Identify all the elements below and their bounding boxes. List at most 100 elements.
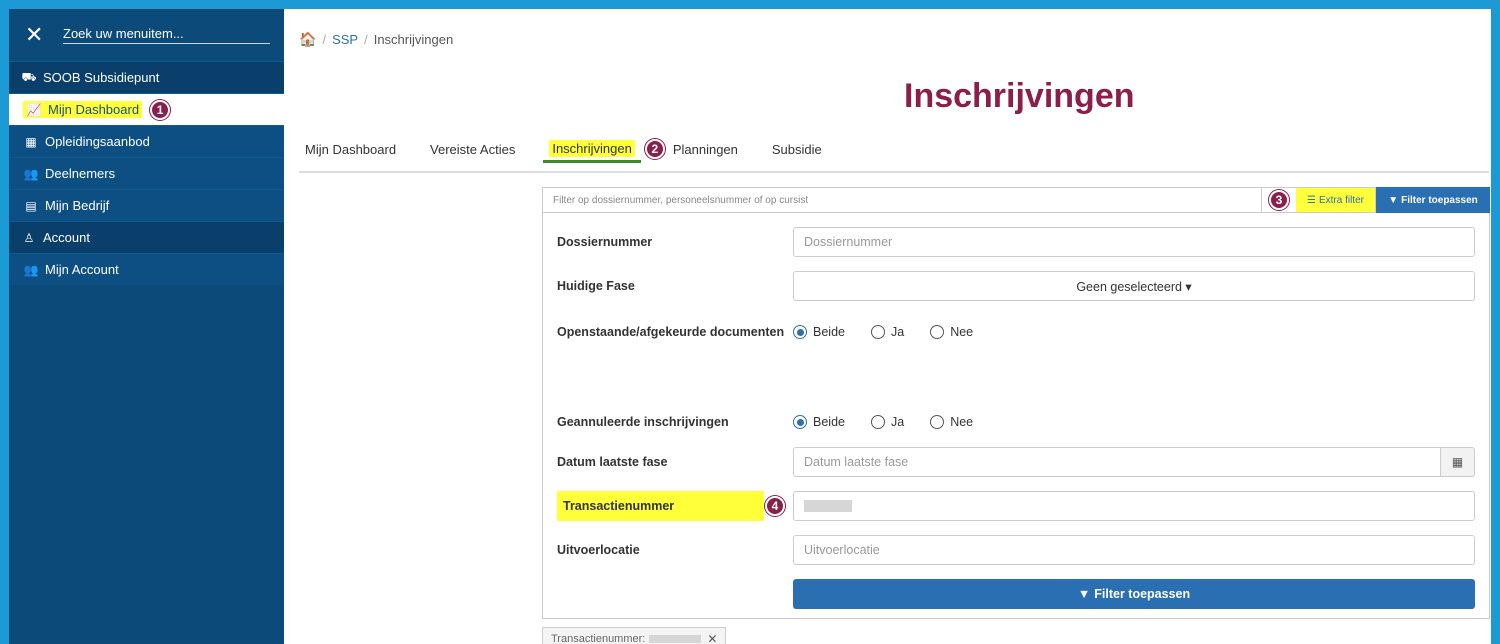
row-huidige-fase: Huidige Fase Geen geselecteerd ▾: [557, 271, 1475, 301]
field-label: Geannuleerde inschrijvingen: [557, 415, 729, 429]
users-icon: 👥: [23, 166, 39, 181]
breadcrumb-current: Inschrijvingen: [373, 32, 454, 47]
step-badge-3: 3: [1269, 190, 1289, 210]
home-icon[interactable]: 🏠: [299, 31, 316, 48]
radio-docs-beide[interactable]: Beide: [793, 325, 845, 339]
step-badge-4: 4: [765, 496, 785, 516]
filter-apply-label: Filter toepassen: [1094, 587, 1191, 601]
radio-geannuleerd-nee[interactable]: Nee: [930, 415, 973, 429]
field-label-highlighted: Transactienummer: [557, 491, 765, 521]
row-documenten: Openstaande/afgekeurde documenten Beide …: [557, 323, 1475, 341]
row-dossiernummer: Dossiernummer Dossiernummer: [557, 227, 1475, 257]
highlight: 📈 Mijn Dashboard: [23, 101, 143, 118]
sidebar-item-label: Opleidingsaanbod: [45, 134, 150, 149]
sidebar-section-soob[interactable]: ⛟ SOOB Subsidiepunt: [9, 61, 284, 93]
row-uitvoerlocatie: Uitvoerlocatie Uitvoerlocatie: [557, 535, 1475, 565]
redacted-value: [804, 500, 852, 512]
close-icon[interactable]: ✕: [25, 24, 49, 46]
sidebar-item-mijn-account[interactable]: 👥 Mijn Account: [9, 253, 284, 285]
field-label: Huidige Fase: [557, 279, 635, 293]
radio-indicator: [930, 415, 945, 429]
radio-label: Ja: [890, 415, 905, 429]
row-geannuleerd: Geannuleerde inschrijvingen Beide Ja Nee: [557, 413, 1475, 431]
row-apply: ▼ Filter toepassen: [557, 579, 1475, 609]
uitvoerlocatie-input[interactable]: Uitvoerlocatie: [793, 535, 1475, 565]
sidebar-item-mijn-bedrijf[interactable]: ▤ Mijn Bedrijf: [9, 189, 284, 221]
tab-vereiste-acties[interactable]: Vereiste Acties: [424, 136, 521, 163]
remove-filter-icon[interactable]: ✕: [707, 632, 717, 644]
sidebar-item-deelnemers[interactable]: 👥 Deelnemers: [9, 157, 284, 189]
filter-apply-label: Filter toepassen: [1401, 194, 1478, 206]
user-icon: ♙: [23, 230, 35, 245]
datum-input[interactable]: Datum laatste fase: [793, 447, 1441, 477]
extra-filter-label: Extra filter: [1318, 194, 1364, 206]
sidebar-item-opleidingsaanbod[interactable]: ▦ Opleidingsaanbod: [9, 125, 284, 157]
filter-icon: ▼: [1388, 194, 1399, 206]
sidebar-item-label: Mijn Account: [45, 262, 119, 277]
radio-label: Nee: [950, 415, 974, 429]
app-frame: ✕ Zoek uw menuitem... ⛟ SOOB Subsidiepun…: [0, 0, 1500, 644]
sidebar-item-label: Mijn Bedrijf: [45, 198, 110, 213]
breadcrumb-separator: /: [364, 32, 368, 47]
field-label: Uitvoerlocatie: [557, 543, 640, 557]
filter-apply-button[interactable]: ▼ Filter toepassen: [1376, 187, 1490, 213]
dossiernummer-input[interactable]: Dossiernummer: [793, 227, 1475, 257]
radio-indicator: [870, 415, 885, 429]
radio-indicator: [930, 325, 945, 339]
radio-geannuleerd-beide[interactable]: Beide: [793, 415, 845, 429]
truck-icon: ⛟: [21, 69, 37, 84]
tab-subsidie[interactable]: Subsidie: [766, 136, 828, 163]
field-label: Datum laatste fase: [557, 455, 668, 469]
sidebar-header: ✕ Zoek uw menuitem...: [9, 9, 284, 61]
breadcrumb-link-ssp[interactable]: SSP: [332, 32, 358, 47]
filter-bar: Filter op dossiernummer, personeelsnumme…: [542, 187, 1490, 213]
calendar-icon[interactable]: ▦: [1441, 447, 1475, 477]
sidebar-item-mijn-dashboard[interactable]: 📈 Mijn Dashboard 1: [9, 93, 284, 125]
sidebar: ✕ Zoek uw menuitem... ⛟ SOOB Subsidiepun…: [9, 9, 284, 644]
radio-docs-ja[interactable]: Ja: [870, 325, 905, 339]
radio-label: Beide: [813, 325, 845, 339]
chart-icon: 📈: [26, 103, 42, 117]
sidebar-section-label: SOOB Subsidiepunt: [43, 70, 160, 85]
row-transactienummer: Transactienummer 4: [557, 491, 1475, 521]
sidebar-section-account[interactable]: ♙ Account: [9, 221, 284, 253]
list-icon: ☰: [1307, 194, 1316, 206]
active-filter-chip: Transactienummer: ✕: [542, 627, 727, 644]
radio-label: Nee: [950, 325, 974, 339]
sidebar-section-label: Account: [43, 230, 90, 245]
fase-select[interactable]: Geen geselecteerd ▾: [793, 271, 1475, 301]
tab-bar: Mijn Dashboard Vereiste Acties Inschrijv…: [299, 127, 1489, 173]
extra-filter-button[interactable]: ☰ Extra filter: [1296, 187, 1376, 213]
radio-indicator: [870, 325, 885, 339]
radio-label: Ja: [890, 325, 905, 339]
badge-holder: 3: [1262, 187, 1296, 213]
extra-filter-panel: Dossiernummer Dossiernummer Huidige Fase…: [542, 213, 1490, 619]
menu-search-input[interactable]: Zoek uw menuitem...: [63, 26, 270, 44]
radio-label: Beide: [813, 415, 845, 429]
building-icon: ▤: [25, 198, 37, 213]
radio-indicator: [793, 415, 807, 429]
tab-mijn-dashboard[interactable]: Mijn Dashboard: [299, 136, 402, 163]
breadcrumb: 🏠 / SSP / Inschrijvingen: [299, 31, 453, 48]
users-icon: 👥: [23, 262, 39, 277]
step-badge-2: 2: [644, 139, 665, 159]
step-badge-1: 1: [150, 99, 171, 120]
field-label: Openstaande/afgekeurde documenten: [557, 325, 785, 339]
sidebar-item-label: Deelnemers: [45, 166, 116, 181]
radio-docs-nee[interactable]: Nee: [930, 325, 973, 339]
sidebar-item-label: Mijn Dashboard: [48, 102, 140, 117]
tab-inschrijvingen[interactable]: Inschrijvingen: [543, 135, 641, 163]
page-title: Inschrijvingen: [904, 77, 1135, 115]
catalog-icon: ▦: [25, 134, 37, 149]
radio-geannuleerd-ja[interactable]: Ja: [870, 415, 905, 429]
filter-apply-bottom-button[interactable]: ▼ Filter toepassen: [793, 579, 1475, 609]
field-label: Dossiernummer: [557, 235, 653, 249]
filter-search-input[interactable]: Filter op dossiernummer, personeelsnumme…: [542, 187, 1262, 213]
radio-indicator: [793, 325, 807, 339]
highlight: Inschrijvingen: [549, 140, 635, 157]
transactienummer-input[interactable]: [793, 491, 1475, 521]
tab-planningen[interactable]: Planningen: [667, 136, 744, 163]
breadcrumb-separator: /: [322, 32, 327, 47]
row-datum-laatste-fase: Datum laatste fase Datum laatste fase ▦: [557, 447, 1475, 477]
chip-label: Transactienummer:: [551, 633, 646, 644]
